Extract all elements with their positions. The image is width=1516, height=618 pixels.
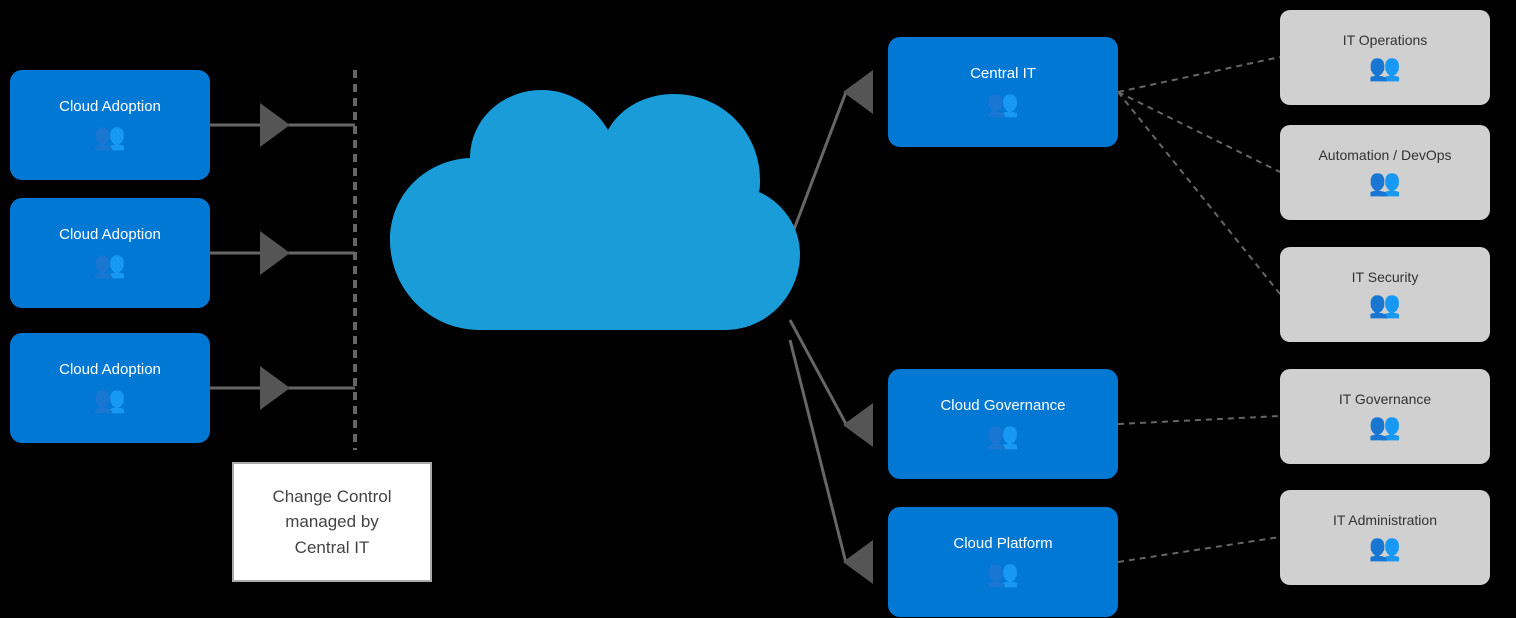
it-ops-label: IT Operations [1343,32,1428,48]
cloud-adoption-box-1: Cloud Adoption 👥 [10,70,210,180]
ca2-icon: 👥 [94,249,126,280]
it-security-box: IT Security 👥 [1280,247,1490,342]
it-admin-icon: 👥 [1369,532,1401,563]
auto-devops-label: Automation / DevOps [1318,147,1451,163]
ca3-icon: 👥 [94,384,126,415]
it-operations-box: IT Operations 👥 [1280,10,1490,105]
cloud-platform-box: Cloud Platform 👥 [888,507,1118,617]
cloud-adoption-box-3: Cloud Adoption 👥 [10,333,210,443]
arrow-left-3 [843,540,873,584]
arrow-left-1 [843,70,873,114]
arrow-right-2 [260,231,290,275]
cloud-gov-icon: 👥 [987,420,1019,451]
ca3-label: Cloud Adoption [59,361,161,378]
it-administration-box: IT Administration 👥 [1280,490,1490,585]
cloud-governance-box: Cloud Governance 👥 [888,369,1118,479]
cloud-adoption-box-2: Cloud Adoption 👥 [10,198,210,308]
cloud-gov-label: Cloud Governance [940,397,1065,414]
it-ops-icon: 👥 [1369,52,1401,83]
it-governance-box: IT Governance 👥 [1280,369,1490,464]
central-it-label: Central IT [970,65,1036,82]
ca1-icon: 👥 [94,121,126,152]
auto-devops-icon: 👥 [1369,167,1401,198]
arrow-left-2 [843,403,873,447]
cloud-graphic [370,80,800,390]
diagram-container: Cloud Adoption 👥 Cloud Adoption 👥 Cloud … [0,0,1516,618]
arrow-right-3 [260,366,290,410]
it-admin-label: IT Administration [1333,512,1437,528]
ca1-label: Cloud Adoption [59,98,161,115]
central-it-icon: 👥 [987,88,1019,119]
it-sec-icon: 👥 [1369,289,1401,320]
central-it-box: Central IT 👥 [888,37,1118,147]
cloud-platform-label: Cloud Platform [953,535,1052,552]
ca2-label: Cloud Adoption [59,226,161,243]
change-control-line3: Central IT [295,535,370,561]
it-gov-icon: 👥 [1369,411,1401,442]
change-control-line1: Change Control [272,484,391,510]
change-control-box: Change Control managed by Central IT [232,462,432,582]
change-control-line2: managed by [285,509,379,535]
it-sec-label: IT Security [1352,269,1419,285]
it-gov-label: IT Governance [1339,391,1431,407]
cloud-platform-icon: 👥 [987,558,1019,589]
automation-devops-box: Automation / DevOps 👥 [1280,125,1490,220]
arrow-right-1 [260,103,290,147]
